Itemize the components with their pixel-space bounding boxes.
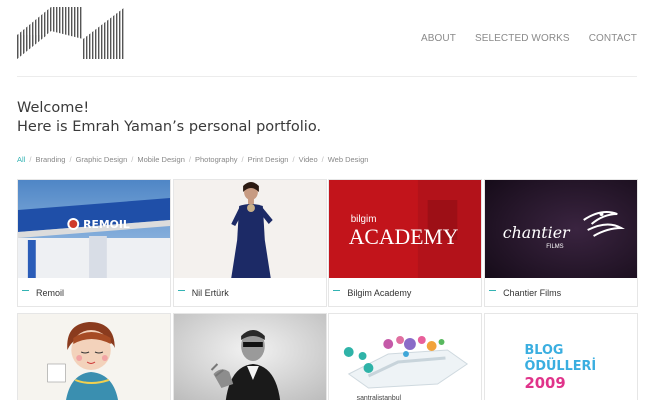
filter-separator: / [69,155,72,164]
work-thumbnail[interactable] [173,180,326,278]
work-thumbnail[interactable]: REMOIL [18,180,170,278]
work-caption[interactable]: Bilgim Academy [329,278,481,306]
work-card-photo-portrait[interactable] [172,313,327,400]
work-thumbnail[interactable] [173,314,326,400]
accent-dash [333,289,341,291]
work-title: Remoil [36,288,65,298]
work-card-remoil[interactable]: REMOIL Remoil [17,179,171,307]
thumb-text-small: FILMS [546,244,563,250]
welcome-line-1: Welcome! [17,100,90,116]
filter-separator: / [292,155,295,164]
accent-dash [177,289,185,291]
logo-icon [17,7,125,59]
filter-separator: / [131,155,134,164]
work-title: Chantier Films [503,288,562,298]
thumb-text: chantier [503,223,571,242]
work-thumbnail[interactable]: santralistanbul [329,314,482,400]
nav-contact[interactable]: CONTACT [589,33,637,44]
nav-selected-works[interactable]: SELECTED WORKS [475,33,570,44]
filter-separator: / [241,155,244,164]
filter-mobile-design[interactable]: Mobile Design [137,155,185,164]
filter-branding[interactable]: Branding [35,155,65,164]
filter-print-design[interactable]: Print Design [248,155,289,164]
thumb-text: REMOIL [83,218,130,231]
work-thumbnail[interactable] [18,314,170,400]
filter-separator: / [188,155,191,164]
welcome-heading: Welcome! Here is Emrah Yaman’s personal … [17,99,321,137]
work-title: Nil Ertürk [191,288,229,298]
filter-separator: / [321,155,324,164]
accent-dash [489,289,497,291]
filter-photography[interactable]: Photography [195,155,238,164]
main-nav: ABOUT SELECTED WORKS CONTACT [421,33,637,44]
thumb-text: santralistanbul [357,395,402,400]
work-caption[interactable]: Nil Ertürk [174,278,326,306]
work-caption[interactable]: Chantier Films [485,278,637,306]
work-thumbnail[interactable]: bilgim ACADEMY [329,180,482,278]
filter-video[interactable]: Video [299,155,318,164]
nav-about[interactable]: ABOUT [421,33,456,44]
thumb-text-big: ACADEMY [349,225,459,249]
thumb-line-1: BLOG [525,343,564,358]
work-card-santralistanbul[interactable]: santralistanbul [328,313,483,400]
filter-separator: / [29,155,32,164]
thumb-text-small: bilgim [351,214,377,225]
work-thumbnail[interactable]: chantier FILMS [485,180,638,278]
work-card-blog-odulleri[interactable]: BLOG ÖDÜLLERİ 2009 [484,313,639,400]
filter-web-design[interactable]: Web Design [328,155,369,164]
filter-all[interactable]: All [17,155,25,164]
filter-graphic-design[interactable]: Graphic Design [76,155,128,164]
thumb-line-2: ÖDÜLLERİ [525,358,597,374]
thumb-line-3: 2009 [525,374,566,392]
welcome-line-2: Here is Emrah Yaman’s personal portfolio… [17,119,322,135]
site-logo[interactable] [17,7,125,59]
portfolio-grid: REMOIL Remoil Nil Ertürk bilgim ACADEMY … [17,179,639,400]
work-card-chantier-films[interactable]: chantier FILMS Chantier Films [484,179,639,307]
work-card-illustration[interactable] [17,313,171,400]
work-caption[interactable]: Remoil [18,278,170,306]
work-thumbnail[interactable]: BLOG ÖDÜLLERİ 2009 [485,314,638,400]
header-divider [17,76,637,77]
work-card-nil-erturk[interactable]: Nil Ertürk [172,179,327,307]
category-filters: All / Branding / Graphic Design / Mobile… [17,155,368,164]
work-card-bilgim-academy[interactable]: bilgim ACADEMY Bilgim Academy [328,179,483,307]
work-title: Bilgim Academy [347,288,412,298]
accent-dash [22,289,29,291]
